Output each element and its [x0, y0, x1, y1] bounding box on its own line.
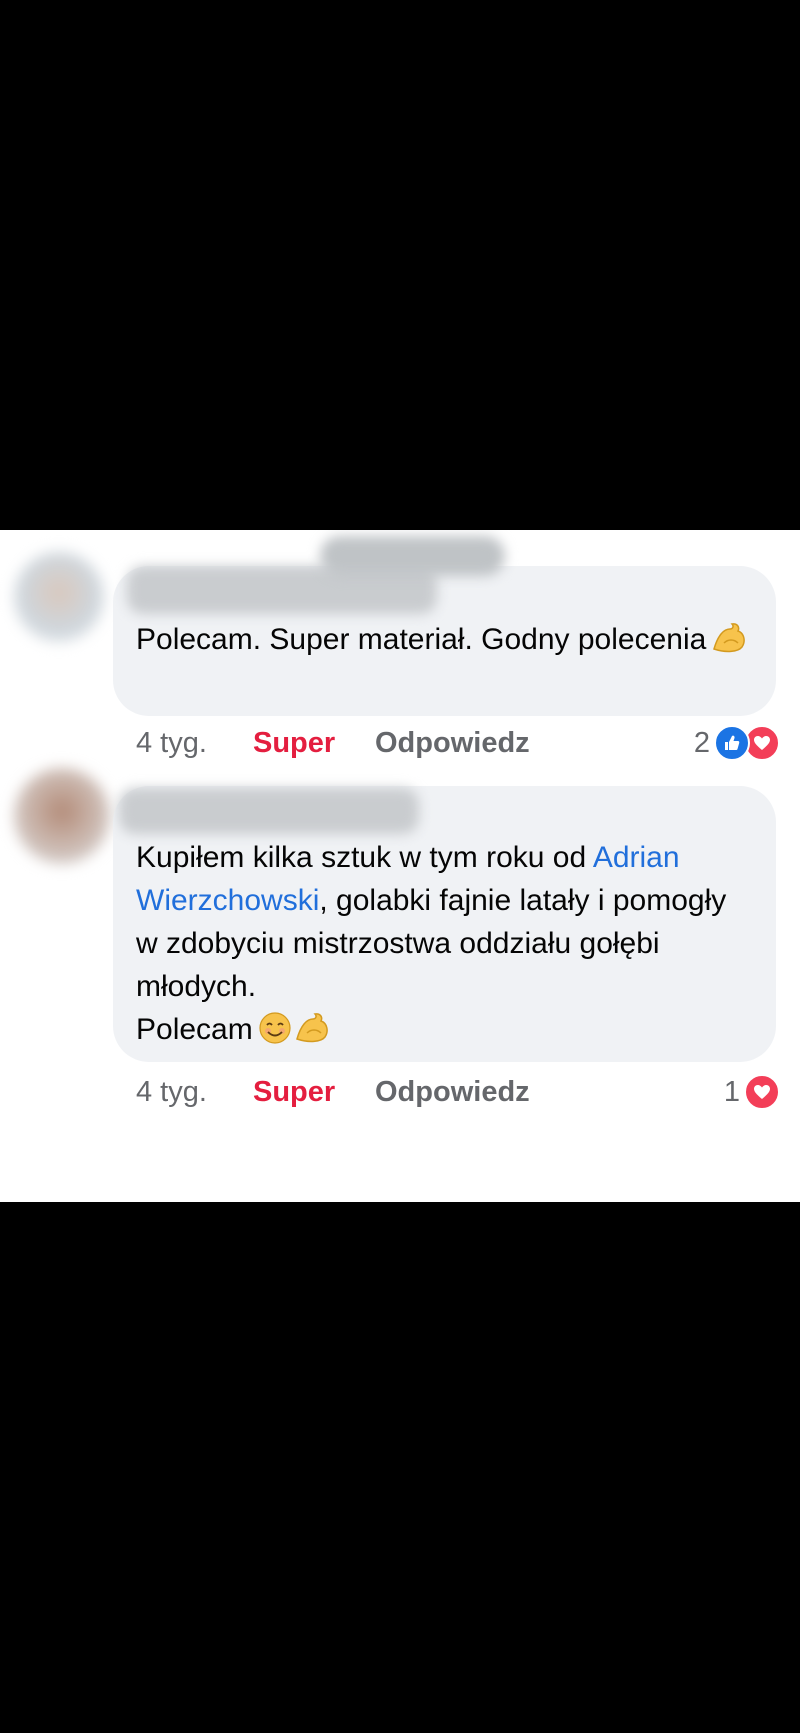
comment-body: Polecam. Super materiał. Godny polecenia	[136, 623, 707, 656]
reaction-count: 1	[723, 1076, 740, 1108]
reply-button[interactable]: Odpowiedz	[375, 1072, 530, 1112]
bottom-letterbox	[0, 1202, 800, 1733]
comments-panel: Polecam. Super materiał. Godny polecenia…	[0, 530, 800, 1202]
comment-text: Polecam. Super materiał. Godny polecenia	[136, 618, 756, 661]
reaction-summary[interactable]: 2	[694, 723, 780, 763]
timestamp[interactable]: 4 tyg.	[136, 1072, 207, 1112]
react-super-button[interactable]: Super	[253, 723, 335, 763]
timestamp[interactable]: 4 tyg.	[136, 723, 207, 763]
reaction-count: 2	[693, 727, 710, 759]
flexed-biceps-icon	[293, 1011, 331, 1045]
flexed-biceps-icon	[710, 621, 748, 655]
love-icon	[744, 1074, 780, 1110]
avatar[interactable]	[14, 552, 104, 642]
comment-text: Kupiłem kilka sztuk w tym roku od Adrian…	[136, 836, 756, 1051]
author-name-redacted	[320, 536, 505, 576]
author-name-redacted[interactable]	[119, 788, 419, 834]
comment-body-last-line: Polecam	[136, 1013, 253, 1046]
reply-button[interactable]: Odpowiedz	[375, 723, 530, 763]
comment-bubble: Polecam. Super materiał. Godny polecenia	[113, 566, 776, 716]
like-icon	[714, 725, 750, 761]
comment-meta: 4 tyg. Super Odpowiedz 2	[136, 723, 780, 763]
top-letterbox	[0, 0, 800, 530]
smiling-face-icon	[257, 1011, 293, 1045]
avatar[interactable]	[14, 768, 110, 864]
comment-body-start: Kupiłem kilka sztuk w tym roku od	[136, 841, 593, 874]
react-super-button[interactable]: Super	[253, 1072, 335, 1112]
comment-bubble: Kupiłem kilka sztuk w tym roku od Adrian…	[113, 786, 776, 1062]
reaction-summary[interactable]: 1	[724, 1072, 780, 1112]
comment-meta: 4 tyg. Super Odpowiedz 1	[136, 1072, 780, 1112]
